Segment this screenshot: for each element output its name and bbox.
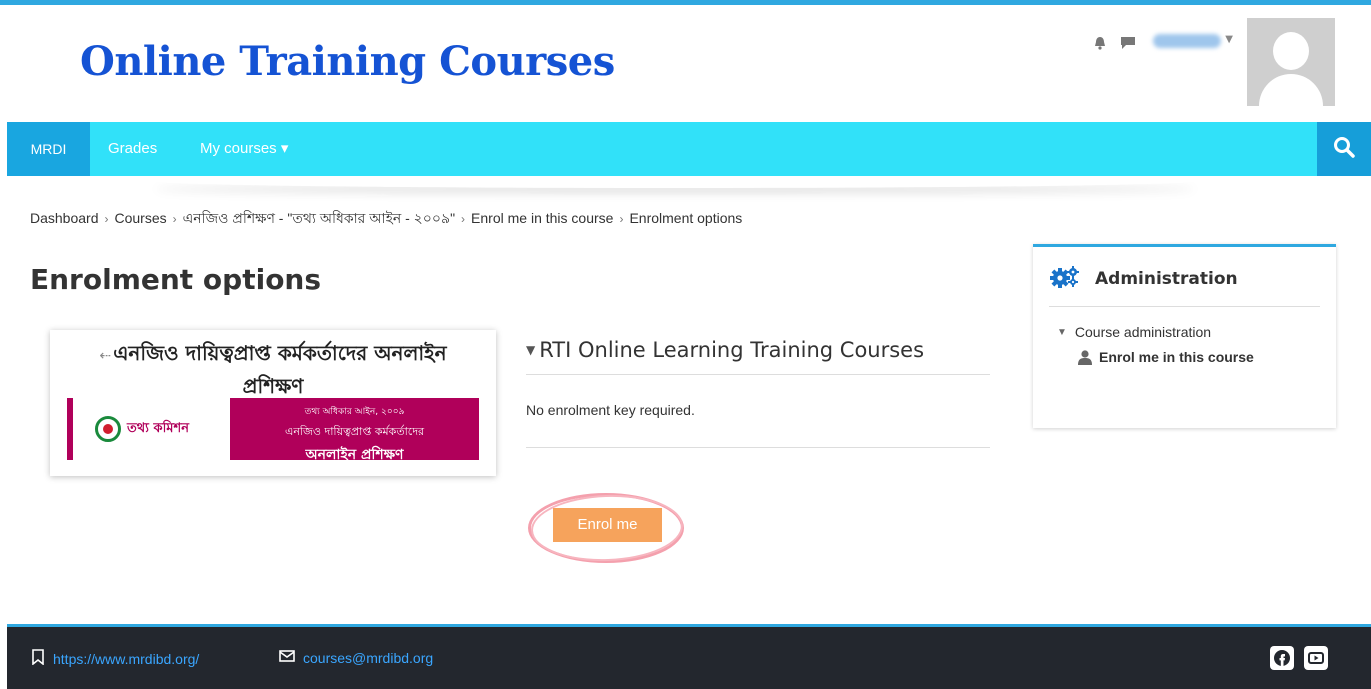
section-divider — [526, 447, 990, 448]
course-banner-image: তথ্য কমিশন তথ্য অধিকার আইন, ২০০৯ এনজিও দ… — [67, 398, 479, 463]
facebook-icon[interactable] — [1270, 646, 1294, 670]
administration-header: Administration — [1049, 265, 1320, 307]
nav-item-grades[interactable]: Grades — [108, 122, 157, 176]
nav-item-mrdi[interactable]: MRDI — [7, 122, 90, 176]
enrol-section-header[interactable]: ▼ RTI Online Learning Training Courses — [526, 338, 990, 375]
breadcrumb: Dashboard › Courses › এনজিও প্রশিক্ষণ - "তথ্… — [30, 207, 742, 231]
footer-email-text[interactable]: courses@mrdibd.org — [303, 650, 433, 666]
tree-enrol-me-label[interactable]: Enrol me in this course — [1099, 349, 1254, 365]
banner-line-2: এনজিও দায়িত্বপ্রাপ্ত কর্মকর্তাদের — [284, 425, 425, 438]
banner-text-area: তথ্য অধিকার আইন, ২০০৯ এনজিও দায়িত্বপ্রা… — [230, 398, 479, 463]
bell-icon[interactable] — [1089, 32, 1111, 54]
tree-course-administration[interactable]: ▼ Course administration — [1057, 324, 1254, 340]
breadcrumb-current: Enrolment options — [629, 210, 743, 226]
breadcrumb-courses[interactable]: Courses — [115, 210, 167, 226]
footer: https://www.mrdibd.org/ courses@mrdibd.o… — [7, 624, 1371, 689]
administration-tree: ▼ Course administration Enrol me in this… — [1057, 324, 1254, 365]
youtube-icon[interactable] — [1304, 646, 1328, 670]
commission-seal-icon — [95, 416, 121, 442]
collapse-triangle-icon[interactable]: ▼ — [526, 343, 535, 357]
footer-website-text[interactable]: https://www.mrdibd.org/ — [53, 651, 199, 667]
footer-email-link[interactable]: courses@mrdibd.org — [279, 649, 433, 666]
user-name-blurred[interactable] — [1153, 34, 1222, 48]
enrol-button-area: Enrol me — [528, 492, 685, 564]
main-navbar: MRDI Grades My courses ▾ — [7, 122, 1371, 176]
search-icon — [1333, 136, 1355, 162]
enrol-me-button[interactable]: Enrol me — [553, 508, 662, 542]
breadcrumb-enrol[interactable]: Enrol me in this course — [471, 210, 613, 226]
administration-block: Administration ▼ Course administration E… — [1033, 244, 1336, 428]
tree-course-administration-label[interactable]: Course administration — [1075, 324, 1211, 340]
breadcrumb-course[interactable]: এনজিও প্রশিক্ষণ - "তথ্য অধিকার আইন - ২০০… — [183, 210, 455, 226]
nav-item-my-courses[interactable]: My courses ▾ — [200, 122, 288, 176]
search-button[interactable] — [1317, 122, 1371, 176]
course-card-title[interactable]: ⇠ এনজিও দায়িত্বপ্রাপ্ত কর্মকর্তাদের অনলা… — [70, 338, 476, 401]
navbar-shadow — [150, 174, 1200, 188]
breadcrumb-separator: › — [172, 212, 177, 226]
administration-title: Administration — [1095, 269, 1238, 289]
enrol-section-title: RTI Online Learning Training Courses — [539, 338, 925, 362]
bookmark-icon — [31, 649, 53, 668]
breadcrumb-separator: › — [619, 212, 624, 226]
top-accent-strip — [0, 0, 1371, 5]
envelope-icon — [279, 649, 303, 666]
chat-icon[interactable] — [1117, 32, 1139, 54]
footer-website-link[interactable]: https://www.mrdibd.org/ — [31, 649, 199, 668]
expand-triangle-icon[interactable]: ▼ — [1057, 327, 1067, 338]
breadcrumb-dashboard[interactable]: Dashboard — [30, 210, 99, 226]
site-title[interactable]: Online Training Courses — [80, 38, 615, 85]
banner-line-3: অনলাইন প্রশিক্ষণ — [305, 447, 404, 463]
course-card: ⇠ এনজিও দায়িত্বপ্রাপ্ত কর্মকর্তাদের অনলা… — [50, 330, 496, 476]
breadcrumb-separator: › — [104, 212, 109, 226]
user-menu-caret-icon[interactable]: ▼ — [1225, 34, 1233, 45]
no-enrolment-key-text: No enrolment key required. — [526, 402, 695, 418]
gears-icon — [1049, 265, 1081, 289]
enter-arrow-icon: ⇠ — [99, 348, 112, 364]
user-menu-area: ▼ — [1089, 18, 1335, 108]
banner-line-1: তথ্য অধিকার আইন, ২০০৯ — [304, 407, 405, 417]
avatar[interactable] — [1247, 18, 1335, 106]
banner-logo-area: তথ্য কমিশন — [73, 398, 230, 460]
page-title: Enrolment options — [30, 263, 322, 296]
user-icon — [1077, 349, 1093, 365]
banner-logo-text: তথ্য কমিশন — [127, 420, 189, 436]
course-card-title-text[interactable]: এনজিও দায়িত্বপ্রাপ্ত কর্মকর্তাদের অনলাই… — [113, 341, 446, 398]
tree-enrol-me-link[interactable]: Enrol me in this course — [1077, 349, 1254, 365]
breadcrumb-separator: › — [461, 212, 466, 226]
